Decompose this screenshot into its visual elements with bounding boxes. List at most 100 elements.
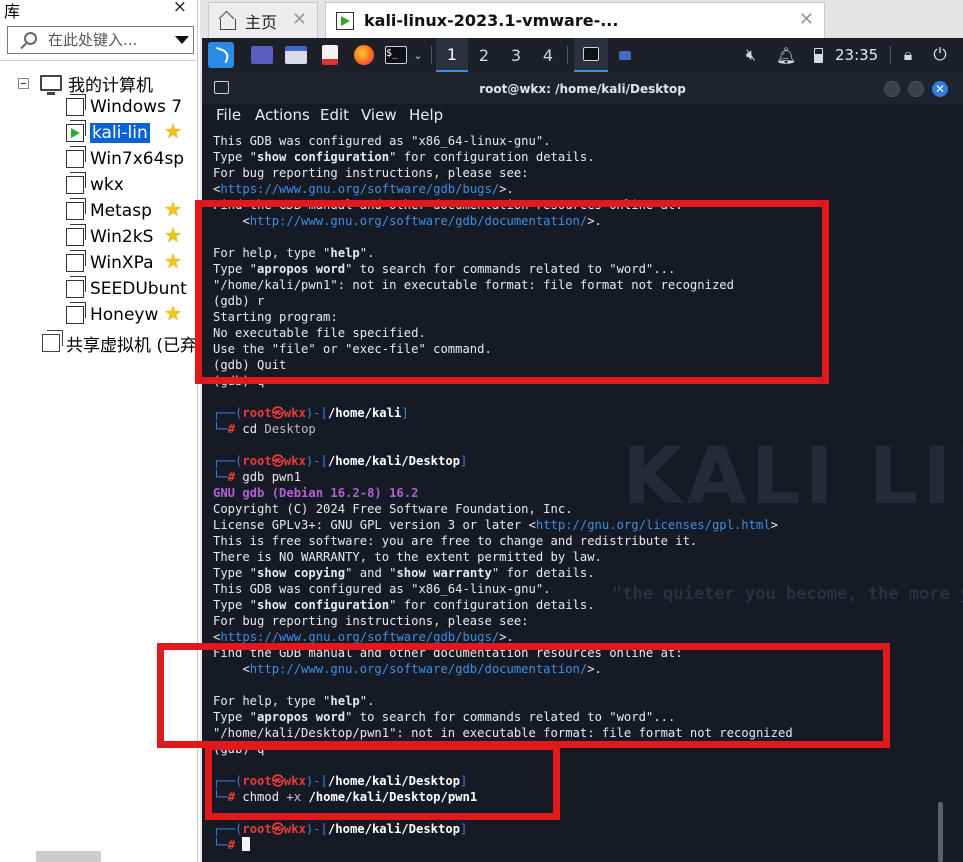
vm-item[interactable]: wkx [66,172,124,197]
library-scrollbar[interactable] [36,851,101,862]
terminal-text: └─ [213,422,228,436]
library-close-icon[interactable]: × [173,0,187,17]
terminal-line: Use the "file" or "exec-file" command. [213,341,492,357]
terminal-scrollbar[interactable] [938,802,943,862]
menu-view[interactable]: View [361,106,397,124]
terminal-text: /home/kali/Desktop [327,822,461,836]
vm-icon [66,250,86,272]
vm-icon [66,302,86,324]
kali-menu-button[interactable] [206,38,236,72]
workspace-1[interactable]: 1 [436,38,468,72]
terminal-text: )-[ [305,454,328,468]
terminal-text: )-[ [305,822,328,836]
launcher-dropdown-icon[interactable]: ⌄ [410,38,426,72]
terminal-text: pwn1 [271,470,302,484]
tab-home-label: 主页 [245,12,278,32]
vm-item[interactable]: Honeyw [66,302,158,327]
favorite-star-icon: ★ [164,301,182,325]
terminal-text: " and " [345,566,397,580]
vm-item[interactable]: Metasp [66,198,152,223]
menu-actions[interactable]: Actions [255,106,310,124]
library-title: 库 [4,2,21,21]
minimize-button[interactable] [884,81,900,97]
terminal-menubar: File Actions Edit View Help [202,104,963,130]
vm-item[interactable]: Windows 7 [66,94,183,119]
chevron-down-icon[interactable] [175,36,189,44]
menu-edit[interactable]: Edit [320,106,349,124]
panel-clock[interactable]: 23:35 [835,38,878,72]
terminal-line: This is free software: you are free to c… [213,533,697,549]
terminal-line: (gdb) q [213,741,264,757]
notification-bell-icon[interactable]: 🔔︎ [774,38,798,72]
terminal-line: ┌──(root㉿wkx)-[/home/kali/Desktop] [213,821,467,837]
tab-kali-close-icon[interactable]: ✕ [799,9,814,30]
terminal-text: /home/kali/Desktop/pwn1 [308,790,478,804]
tree-root-my-computer[interactable]: 我的计算机 [40,71,153,96]
vm-running-icon [66,120,86,142]
vm-icon [66,172,86,194]
terminal-text: Type " [213,566,258,580]
terminal-line: This GDB was configured as "x86_64-linux… [213,581,551,597]
taskbar-other-window[interactable] [612,38,638,72]
taskbar-terminal-window[interactable] [574,38,608,72]
vm-item-label: Windows 7 [90,97,183,117]
window-icon [619,50,631,60]
terminal-line: └─# chmod +x /home/kali/Desktop/pwn1 [213,789,477,805]
vm-item[interactable]: Win2kS [66,224,153,249]
show-desktop-button[interactable] [248,38,276,72]
maximize-button[interactable] [908,81,924,97]
power-icon[interactable]: ⏻ [928,38,952,72]
tree-collapse-icon[interactable] [18,78,29,89]
terminal-text: Type " [213,262,258,276]
tab-kali-vm[interactable]: kali-linux-2023.1-vmware-... ✕ [325,2,825,38]
tree-shared-vms[interactable]: 共享虚拟机 (已弃 [42,330,198,356]
terminal-text: apropos word [257,262,346,276]
terminal-launcher-button[interactable]: $_ [382,38,410,72]
terminal-text: ┌──( [213,406,243,420]
menu-help[interactable]: Help [409,106,443,124]
panel-separator [431,46,432,64]
library-search-box[interactable] [7,26,194,54]
terminal-line: ┌──(root㉿wkx)-[/home/kali/Desktop] [213,773,467,789]
library-search-input[interactable] [48,28,168,52]
menu-file[interactable]: File [216,106,241,124]
vm-item[interactable]: WinXPa [66,250,153,275]
terminal-line: <http://www.gnu.org/software/gdb/documen… [213,661,602,677]
terminal-text: This is free software: you are free to c… [213,534,698,548]
workspace-4[interactable]: 4 [532,38,564,72]
terminal-text: >. [587,214,602,228]
file-manager-button[interactable] [282,38,310,72]
terminal-text: There is NO WARRANTY, to the extent perm… [213,550,602,564]
terminal-text: └─ [213,790,228,804]
terminal-text: show warranty [396,566,492,580]
terminal-text: root㉿wkx [242,406,306,420]
volume-muted-icon[interactable]: 🔇︎ [738,38,764,72]
battery-icon[interactable] [808,38,828,72]
terminal-line: "/home/kali/pwn1": not in executable for… [213,277,734,293]
terminal-line: For bug reporting instructions, please s… [213,613,529,629]
terminal-text: ". [359,694,375,708]
text-editor-button[interactable] [316,38,344,72]
workspace-2[interactable]: 2 [468,38,500,72]
terminal-line: Type "show configuration" for configurat… [213,149,595,165]
vm-item-label: wkx [90,175,124,195]
vm-item[interactable]: Win7x64sp [66,146,184,171]
tab-home-close-icon[interactable]: ✕ [292,9,307,30]
favorite-star-icon: ★ [164,249,182,273]
close-button[interactable]: ✕ [932,81,948,97]
terminal-text: http://www.gnu.org/software/gdb/document… [249,214,588,228]
vm-item[interactable]: kali-lin [66,120,150,145]
workspace-3[interactable]: 3 [500,38,532,72]
tab-home[interactable]: 主页 ✕ [208,2,318,38]
firefox-button[interactable] [350,38,378,72]
terminal-text: apropos word [257,710,346,724]
desktop-icon [251,46,273,64]
terminal-text: show configuration [257,150,390,164]
terminal-cursor [242,837,251,851]
vm-item[interactable]: SEEDUbunt [66,276,187,301]
vm-running-icon [336,11,354,30]
terminal-line: No executable file specified. [213,325,426,341]
shared-vms-label: 共享虚拟机 (已弃 [66,335,198,356]
lock-screen-icon[interactable]: 🔒︎ [896,38,920,72]
